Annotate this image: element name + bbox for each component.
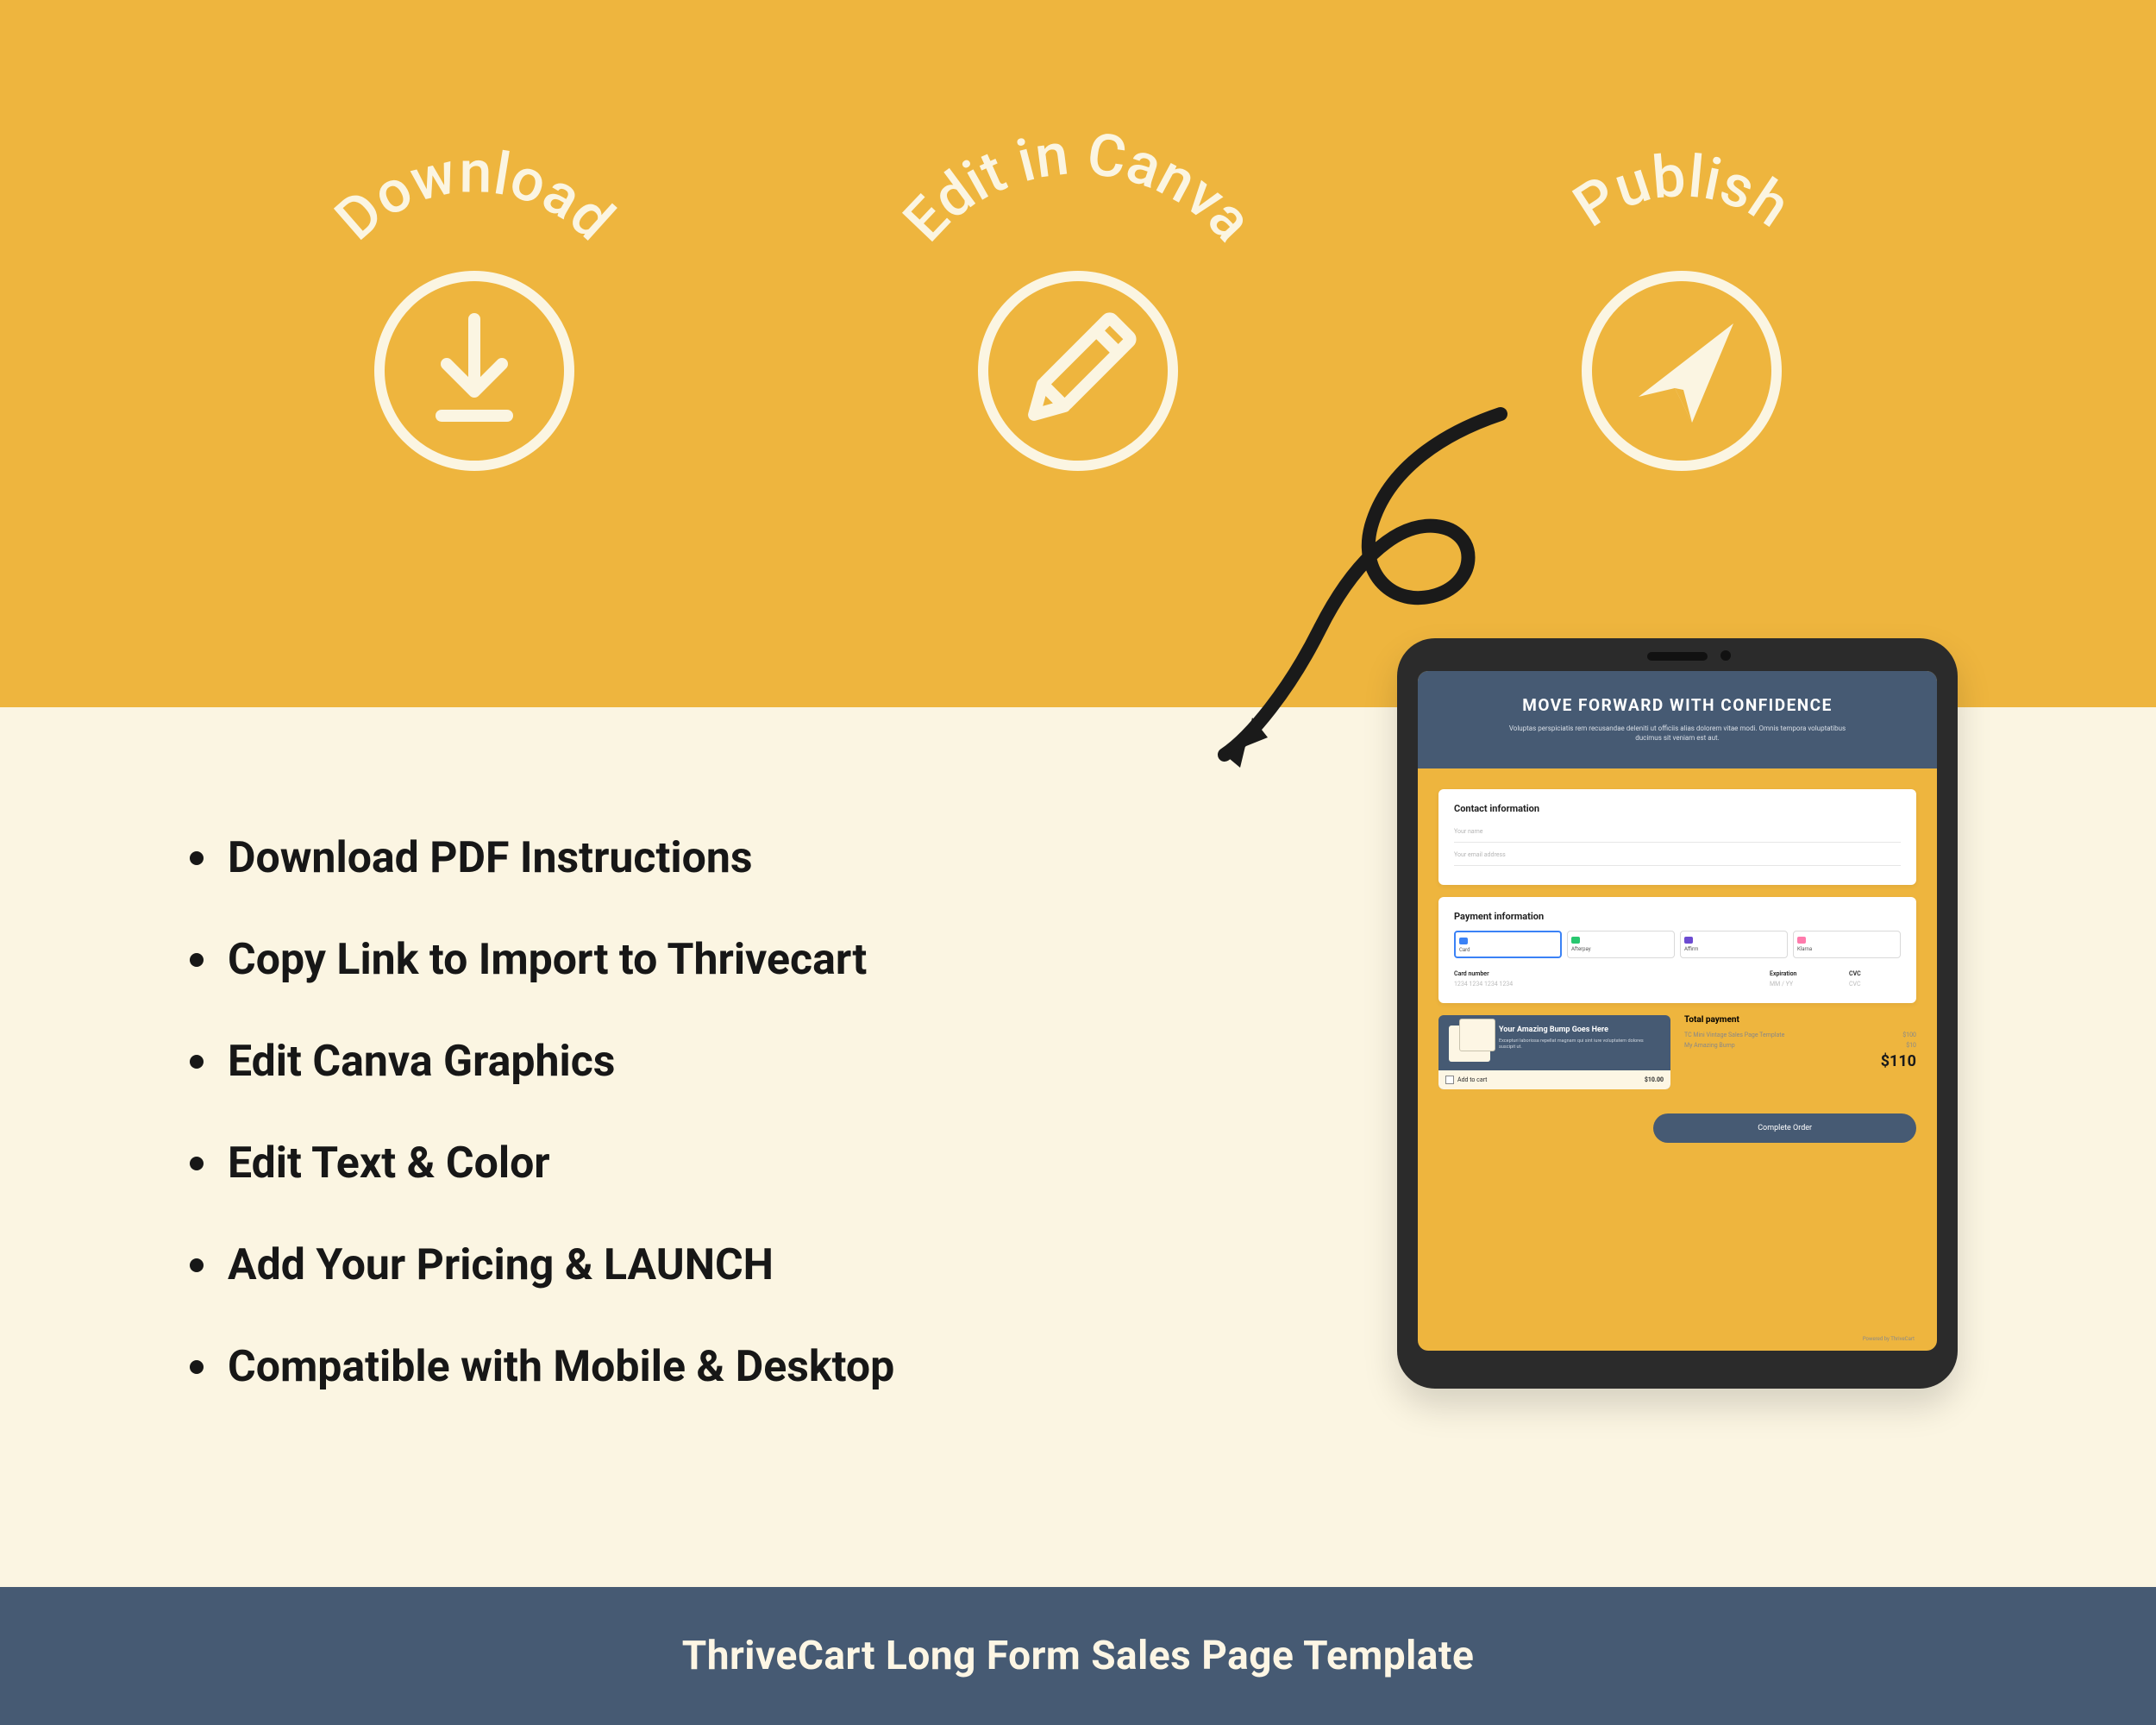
- pay-tab-afterpay[interactable]: Afterpay: [1567, 931, 1675, 958]
- tablet-mockup: MOVE FORWARD WITH CONFIDENCE Voluptas pe…: [1397, 638, 1958, 1389]
- pay-tab-label: Klarna: [1797, 946, 1812, 952]
- card-number-label: Card number: [1454, 970, 1759, 977]
- cvc-input[interactable]: CVC: [1849, 981, 1901, 988]
- bump-checkbox[interactable]: [1445, 1076, 1454, 1084]
- card-number-input[interactable]: 1234 1234 1234 1234: [1454, 981, 1759, 988]
- checkout-hero: MOVE FORWARD WITH CONFIDENCE Voluptas pe…: [1418, 671, 1937, 768]
- bump-image: [1449, 1026, 1490, 1062]
- bullet-item: Compatible with Mobile & Desktop: [190, 1337, 1276, 1397]
- pencil-icon: [1023, 317, 1131, 426]
- bullet-text: Download PDF Instructions: [228, 828, 753, 888]
- pay-tab-affirm[interactable]: Affirm: [1680, 931, 1788, 958]
- total-line-label: TC Mini Vintage Sales Page Template: [1684, 1032, 1784, 1038]
- tablet-screen: MOVE FORWARD WITH CONFIDENCE Voluptas pe…: [1418, 671, 1937, 1351]
- pay-tab-card[interactable]: Card: [1454, 931, 1562, 958]
- pay-tab-label: Afterpay: [1571, 946, 1591, 952]
- download-icon: [442, 319, 507, 416]
- pay-tab-klarna[interactable]: Klarna: [1793, 931, 1901, 958]
- total-sum: $110: [1684, 1052, 1916, 1070]
- bullet-item: Edit Canva Graphics: [190, 1032, 1276, 1092]
- step-publish-label: Publish: [1562, 141, 1802, 242]
- exp-label: Expiration: [1770, 970, 1839, 977]
- exp-input[interactable]: MM / YY: [1770, 981, 1839, 988]
- contact-card: Contact information Your name Your email…: [1438, 789, 1916, 885]
- step-edit-label: Edit in Canva: [890, 129, 1266, 254]
- footer-title: ThriveCart Long Form Sales Page Template: [682, 1633, 1475, 1679]
- step-download: Download: [216, 129, 733, 492]
- bullet-text: Edit Text & Color: [228, 1133, 550, 1194]
- edit-icon-ring: [983, 276, 1173, 466]
- checkout-hero-sub: Voluptas perspiciatis rem recusandae del…: [1496, 724, 1858, 743]
- total-heading: Total payment: [1684, 1015, 1916, 1025]
- bump-title: Your Amazing Bump Goes Here: [1499, 1026, 1660, 1035]
- bump-add-label: Add to cart: [1457, 1076, 1487, 1083]
- pay-tab-label: Affirm: [1684, 946, 1698, 952]
- contact-heading: Contact information: [1454, 803, 1901, 814]
- feature-bullets: Download PDF Instructions Copy Link to I…: [190, 828, 1276, 1439]
- footer-bar: ThriveCart Long Form Sales Page Template: [0, 1587, 2156, 1725]
- cvc-label: CVC: [1849, 970, 1901, 977]
- complete-order-button[interactable]: Complete Order: [1653, 1113, 1916, 1143]
- powered-by: Powered by ThriveCart: [1418, 1336, 1937, 1351]
- bullet-item: Copy Link to Import to Thrivecart: [190, 930, 1276, 990]
- payment-card: Payment information Card Afterpay Affirm…: [1438, 897, 1916, 1003]
- bullet-text: Copy Link to Import to Thrivecart: [228, 930, 867, 990]
- bullet-text: Edit Canva Graphics: [228, 1032, 615, 1092]
- bullet-item: Download PDF Instructions: [190, 828, 1276, 888]
- paper-plane-icon: [1639, 323, 1733, 423]
- name-input[interactable]: Your name: [1454, 823, 1901, 843]
- email-input[interactable]: Your email address: [1454, 846, 1901, 866]
- bullet-item: Edit Text & Color: [190, 1133, 1276, 1194]
- order-bump: Your Amazing Bump Goes Here Excepturi la…: [1438, 1015, 1670, 1089]
- bullet-text: Add Your Pricing & LAUNCH: [228, 1235, 774, 1295]
- step-download-label: Download: [323, 137, 627, 254]
- total-line-amount: $10: [1906, 1042, 1916, 1049]
- pay-tab-label: Card: [1459, 947, 1470, 953]
- checkout-hero-title: MOVE FORWARD WITH CONFIDENCE: [1438, 695, 1916, 715]
- steps-row: Download Edit in Canva: [0, 129, 2156, 492]
- payment-heading: Payment information: [1454, 911, 1901, 922]
- bump-price: $10.00: [1645, 1076, 1664, 1083]
- total-card: Total payment TC Mini Vintage Sales Page…: [1684, 1015, 1916, 1089]
- bullet-item: Add Your Pricing & LAUNCH: [190, 1235, 1276, 1295]
- total-line-amount: $100: [1902, 1032, 1916, 1038]
- total-line-label: My Amazing Bump: [1684, 1042, 1735, 1049]
- bump-desc: Excepturi laboriosa repellat magnam qui …: [1499, 1038, 1660, 1051]
- bullet-text: Compatible with Mobile & Desktop: [228, 1337, 894, 1397]
